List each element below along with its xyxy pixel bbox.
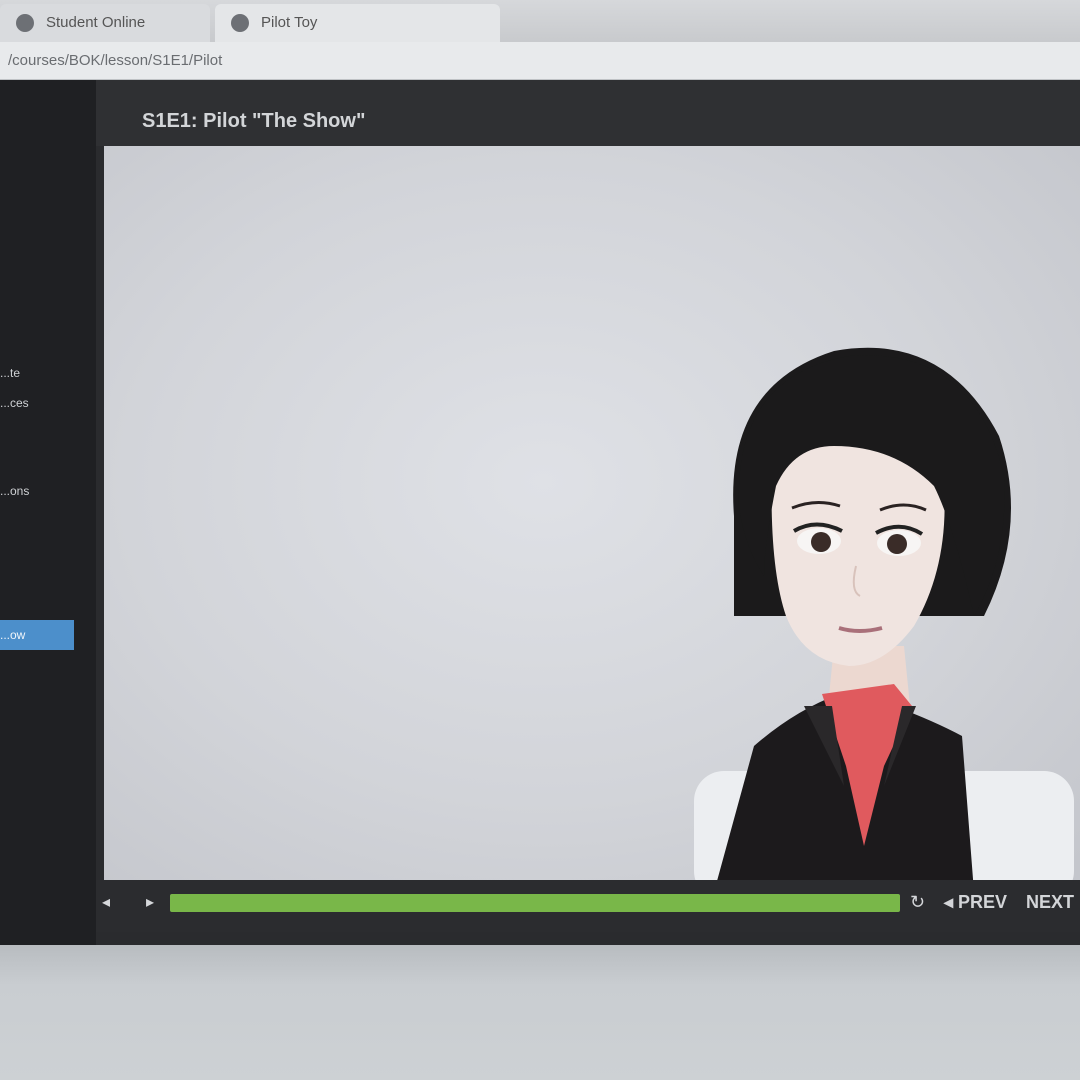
course-sidebar: ...te ...ces ...ons ...ow [0, 80, 96, 945]
rewind-icon[interactable]: ◂ [102, 892, 110, 912]
lesson-header: S1E1: Pilot "The Show" 1 [96, 80, 1080, 177]
monitor-screen: Student Online Pilot Toy /courses/BOK/le… [0, 0, 1080, 945]
video-player[interactable] [104, 146, 1080, 892]
address-bar[interactable]: /courses/BOK/lesson/S1E1/Pilot [0, 42, 1080, 80]
sidebar-item[interactable]: ...ces [0, 392, 29, 414]
avatar-pupil-left [811, 532, 831, 552]
monitor-bezel [0, 945, 1080, 1080]
avatar-pupil-right [887, 534, 907, 554]
progress-bar[interactable] [170, 894, 900, 912]
favicon-icon [16, 14, 34, 32]
sidebar-item-active[interactable]: ...ow [0, 620, 74, 650]
avatar-illustration [694, 347, 1074, 892]
progress-fill [170, 894, 900, 912]
browser-tab-active[interactable]: Pilot Toy [215, 4, 500, 42]
favicon-icon [231, 14, 249, 32]
player-controls: ◂ ▸ ↻ ◂ PREV NEXT [96, 880, 1080, 932]
lesson-title: S1E1: Pilot "The Show" [142, 110, 366, 132]
replay-icon[interactable]: ↻ [910, 892, 925, 913]
next-button[interactable]: NEXT [1026, 892, 1074, 913]
browser-tab-label: Pilot Toy [261, 14, 318, 31]
address-url: /courses/BOK/lesson/S1E1/Pilot [8, 52, 223, 69]
browser-tab-label: Student Online [46, 14, 146, 31]
prev-button[interactable]: ◂ PREV [944, 892, 1007, 913]
browser-tab-bar: Student Online Pilot Toy [0, 0, 1080, 42]
sidebar-item[interactable]: ...ons [0, 480, 29, 502]
sidebar-item[interactable]: ...te [0, 362, 20, 384]
play-icon[interactable]: ▸ [146, 892, 154, 912]
browser-tab[interactable]: Student Online [0, 4, 210, 42]
